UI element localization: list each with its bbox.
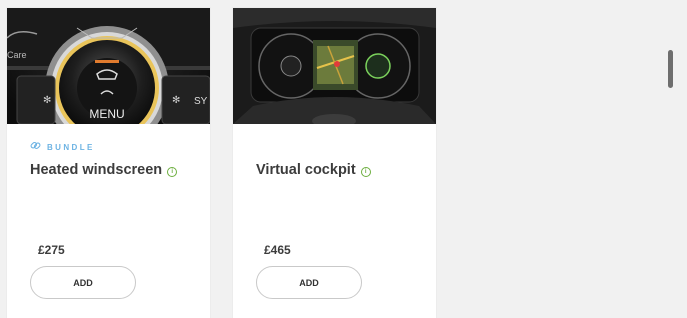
product-price: £275 <box>38 243 65 257</box>
product-title: Heated windscreen i <box>30 162 180 178</box>
care-text: Care <box>7 50 27 60</box>
add-button[interactable]: ADD <box>30 266 136 299</box>
info-icon[interactable]: i <box>167 167 178 177</box>
product-image-heated-windscreen: Care MENU ✻ ✻ SY <box>7 8 210 124</box>
product-card-heated-windscreen: Care MENU ✻ ✻ SY BUNDLE Heated windscree… <box>7 8 210 318</box>
scrollbar-thumb[interactable] <box>668 50 673 88</box>
product-image-virtual-cockpit <box>233 8 436 124</box>
link-chain-icon <box>30 138 41 156</box>
menu-text: MENU <box>89 107 124 121</box>
product-title: Virtual cockpit i <box>256 162 406 178</box>
product-price: £465 <box>264 243 291 257</box>
product-title-text: Virtual cockpit <box>256 162 356 178</box>
info-icon[interactable]: i <box>360 167 371 177</box>
product-card-virtual-cockpit: Virtual cockpit i £465 ADD <box>233 8 436 318</box>
sy-text: SY <box>194 96 208 107</box>
add-button[interactable]: ADD <box>256 266 362 299</box>
bundle-label: BUNDLE <box>47 142 95 152</box>
product-title-text: Heated windscreen <box>30 162 163 178</box>
svg-text:✻: ✻ <box>43 95 51 106</box>
svg-text:✻: ✻ <box>172 95 180 106</box>
bundle-badge: BUNDLE <box>30 138 95 156</box>
